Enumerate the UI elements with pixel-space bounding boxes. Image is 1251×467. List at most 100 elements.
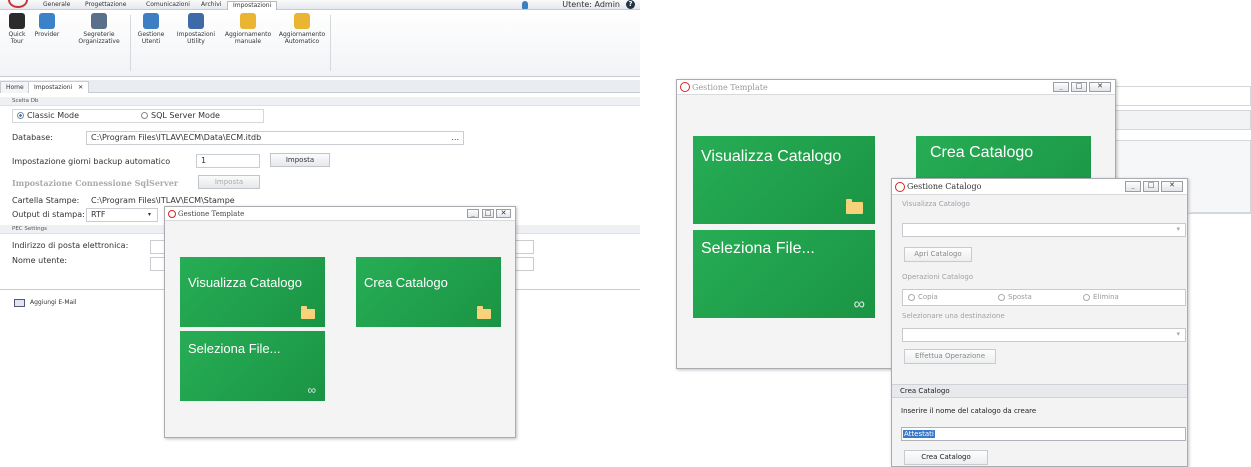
- radio-selected-icon: [17, 112, 24, 119]
- close-button[interactable]: ✕: [1089, 82, 1111, 92]
- close-button[interactable]: ✕: [1161, 181, 1183, 192]
- update-manual-icon: [240, 13, 256, 29]
- app-logo-icon: [680, 82, 690, 92]
- tile-seleziona-file[interactable]: Seleziona File... ∞: [693, 230, 875, 318]
- maximize-button[interactable]: □: [482, 209, 494, 218]
- menu-tab-progettazione[interactable]: Progettazione: [80, 1, 131, 10]
- imposta-backup-button[interactable]: Imposta: [270, 153, 330, 167]
- tab-home[interactable]: Home: [0, 81, 30, 93]
- tile-visualizza-catalogo[interactable]: Visualizza Catalogo: [180, 257, 325, 327]
- window-titlebar: Gestione Catalogo _ □ ✕: [892, 179, 1187, 195]
- elimina-radio[interactable]: Elimina: [1083, 290, 1119, 305]
- operazioni-radio-group: Copia Sposta Elimina: [902, 289, 1186, 306]
- elimina-label: Elimina: [1093, 293, 1119, 301]
- radio-empty-icon: [998, 293, 1005, 301]
- backup-days-field[interactable]: 1: [196, 154, 260, 168]
- sposta-radio[interactable]: Sposta: [998, 290, 1032, 305]
- output-select[interactable]: RTF ▾: [86, 208, 158, 222]
- binoculars-icon: ∞: [307, 383, 316, 397]
- ribbon-label: Provider: [34, 31, 60, 38]
- tab-label: Impostazioni: [34, 84, 73, 91]
- tile-seleziona-file[interactable]: Seleziona File... ∞: [180, 331, 325, 401]
- apri-catalogo-button[interactable]: Apri Catalogo: [904, 247, 972, 262]
- radio-empty-icon: [141, 112, 148, 119]
- add-email-button[interactable]: Aggiungi E-Mail: [12, 296, 77, 310]
- menu-tab-archivi[interactable]: Archivi: [196, 1, 226, 10]
- ribbon-label: Gestione Utenti: [137, 31, 165, 45]
- window-titlebar: Gestione Template _ □ ✕: [677, 80, 1115, 95]
- crea-catalogo-button[interactable]: Crea Catalogo: [904, 450, 988, 465]
- ribbon-quick-tour-button[interactable]: Quick Tour: [4, 13, 30, 45]
- destinazione-select[interactable]: [902, 328, 1186, 342]
- tile-crea-catalogo[interactable]: Crea Catalogo: [356, 257, 501, 327]
- tile-label: Crea Catalogo: [364, 275, 448, 290]
- tile-label: Visualizza Catalogo: [188, 275, 302, 290]
- ribbon-segreterie-button[interactable]: Segreterie Organizzative: [74, 13, 124, 45]
- database-value: C:\Program Files\ITLAV\ECM\Data\ECM.itdb: [91, 133, 262, 142]
- radio-empty-icon: [1083, 293, 1090, 301]
- sql-mode-radio[interactable]: SQL Server Mode: [141, 110, 220, 122]
- sposta-label: Sposta: [1008, 293, 1032, 301]
- classic-mode-radio[interactable]: Classic Mode: [17, 110, 79, 122]
- imposta-sql-button[interactable]: Imposta: [198, 175, 260, 189]
- app-logo-icon: [895, 182, 905, 192]
- ribbon-separator: [130, 15, 131, 71]
- cartella-label: Cartella Stampe:: [12, 196, 80, 205]
- close-button[interactable]: ✕: [496, 209, 511, 218]
- tile-visualizza-catalogo[interactable]: Visualizza Catalogo: [693, 136, 875, 224]
- tab-impostazioni[interactable]: Impostazioni ✕: [28, 81, 90, 93]
- main-application: Generale Progettazione Comunicazioni Arc…: [0, 0, 640, 467]
- crea-catalogo-header: Crea Catalogo: [892, 384, 1187, 398]
- catalogo-select[interactable]: [902, 223, 1186, 237]
- ribbon-gestione-utenti-button[interactable]: Gestione Utenti: [134, 13, 168, 45]
- crea-catalogo-prompt: Inserire il nome del catalogo da creare: [901, 407, 1037, 415]
- update-auto-icon: [294, 13, 310, 29]
- menu-tab-impostazioni[interactable]: Impostazioni: [227, 1, 278, 10]
- background-window-strip: [1115, 110, 1251, 130]
- minimize-button[interactable]: _: [1053, 82, 1069, 92]
- window-title: Gestione Template: [178, 210, 245, 218]
- provider-icon: [39, 13, 55, 29]
- output-value: RTF: [91, 210, 106, 219]
- catalogo-name-value: Attestati: [903, 430, 935, 438]
- section-scelta-db: Scelta Db: [0, 97, 640, 106]
- classic-mode-label: Classic Mode: [27, 111, 80, 120]
- close-icon[interactable]: ✕: [78, 84, 83, 91]
- background-window-strip: [1115, 86, 1251, 106]
- database-field[interactable]: C:\Program Files\ITLAV\ECM\Data\ECM.itdb…: [86, 131, 464, 145]
- ribbon-aggiornamento-manuale-button[interactable]: Aggiornamento manuale: [222, 13, 274, 45]
- backup-label: Impostazione giorni backup automatico: [12, 157, 171, 166]
- window-titlebar: Gestione Template _ □ ✕: [165, 207, 515, 221]
- ribbon-aggiornamento-automatico-button[interactable]: Aggiornamento Automatico: [276, 13, 328, 45]
- chevron-down-icon: ▾: [147, 211, 151, 218]
- tile-label: Seleziona File...: [701, 240, 815, 257]
- gestione-catalogo-window: Gestione Catalogo _ □ ✕ Visualizza Catal…: [891, 178, 1188, 467]
- tile-label: Crea Catalogo: [930, 144, 1034, 161]
- ribbon-impostazioni-utility-button[interactable]: Impostazioni Utility: [174, 13, 218, 45]
- window-title: Gestione Template: [692, 83, 768, 92]
- folder-icon: [846, 199, 863, 214]
- minimize-button[interactable]: _: [467, 209, 479, 218]
- copia-radio[interactable]: Copia: [908, 290, 938, 305]
- ribbon-provider-button[interactable]: Provider: [32, 13, 62, 38]
- user-icon: [522, 1, 528, 9]
- gestione-template-window: Gestione Template _ □ ✕ Visualizza Catal…: [164, 206, 516, 438]
- document-tabs: Home Impostazioni ✕: [0, 80, 640, 93]
- menu-tab-generale[interactable]: Generale: [38, 1, 75, 10]
- tshirt-icon: [9, 13, 25, 29]
- tile-label: Seleziona File...: [188, 341, 281, 356]
- people-icon: [91, 13, 107, 29]
- minimize-button[interactable]: _: [1125, 181, 1141, 192]
- catalogo-name-input[interactable]: Attestati: [901, 427, 1186, 441]
- effettua-operazione-button[interactable]: Effettua Operazione: [904, 349, 996, 364]
- menu-tab-comunicazioni[interactable]: Comunicazioni: [141, 1, 195, 10]
- binoculars-icon: ∞: [853, 296, 865, 313]
- ribbon-separator: [330, 15, 331, 71]
- window-title: Gestione Catalogo: [907, 182, 982, 191]
- help-icon[interactable]: ?: [626, 0, 635, 9]
- copia-label: Copia: [918, 293, 938, 301]
- maximize-button[interactable]: □: [1143, 181, 1159, 192]
- maximize-button[interactable]: □: [1071, 82, 1087, 92]
- divider: [1188, 212, 1251, 213]
- browse-button[interactable]: ...: [451, 132, 459, 144]
